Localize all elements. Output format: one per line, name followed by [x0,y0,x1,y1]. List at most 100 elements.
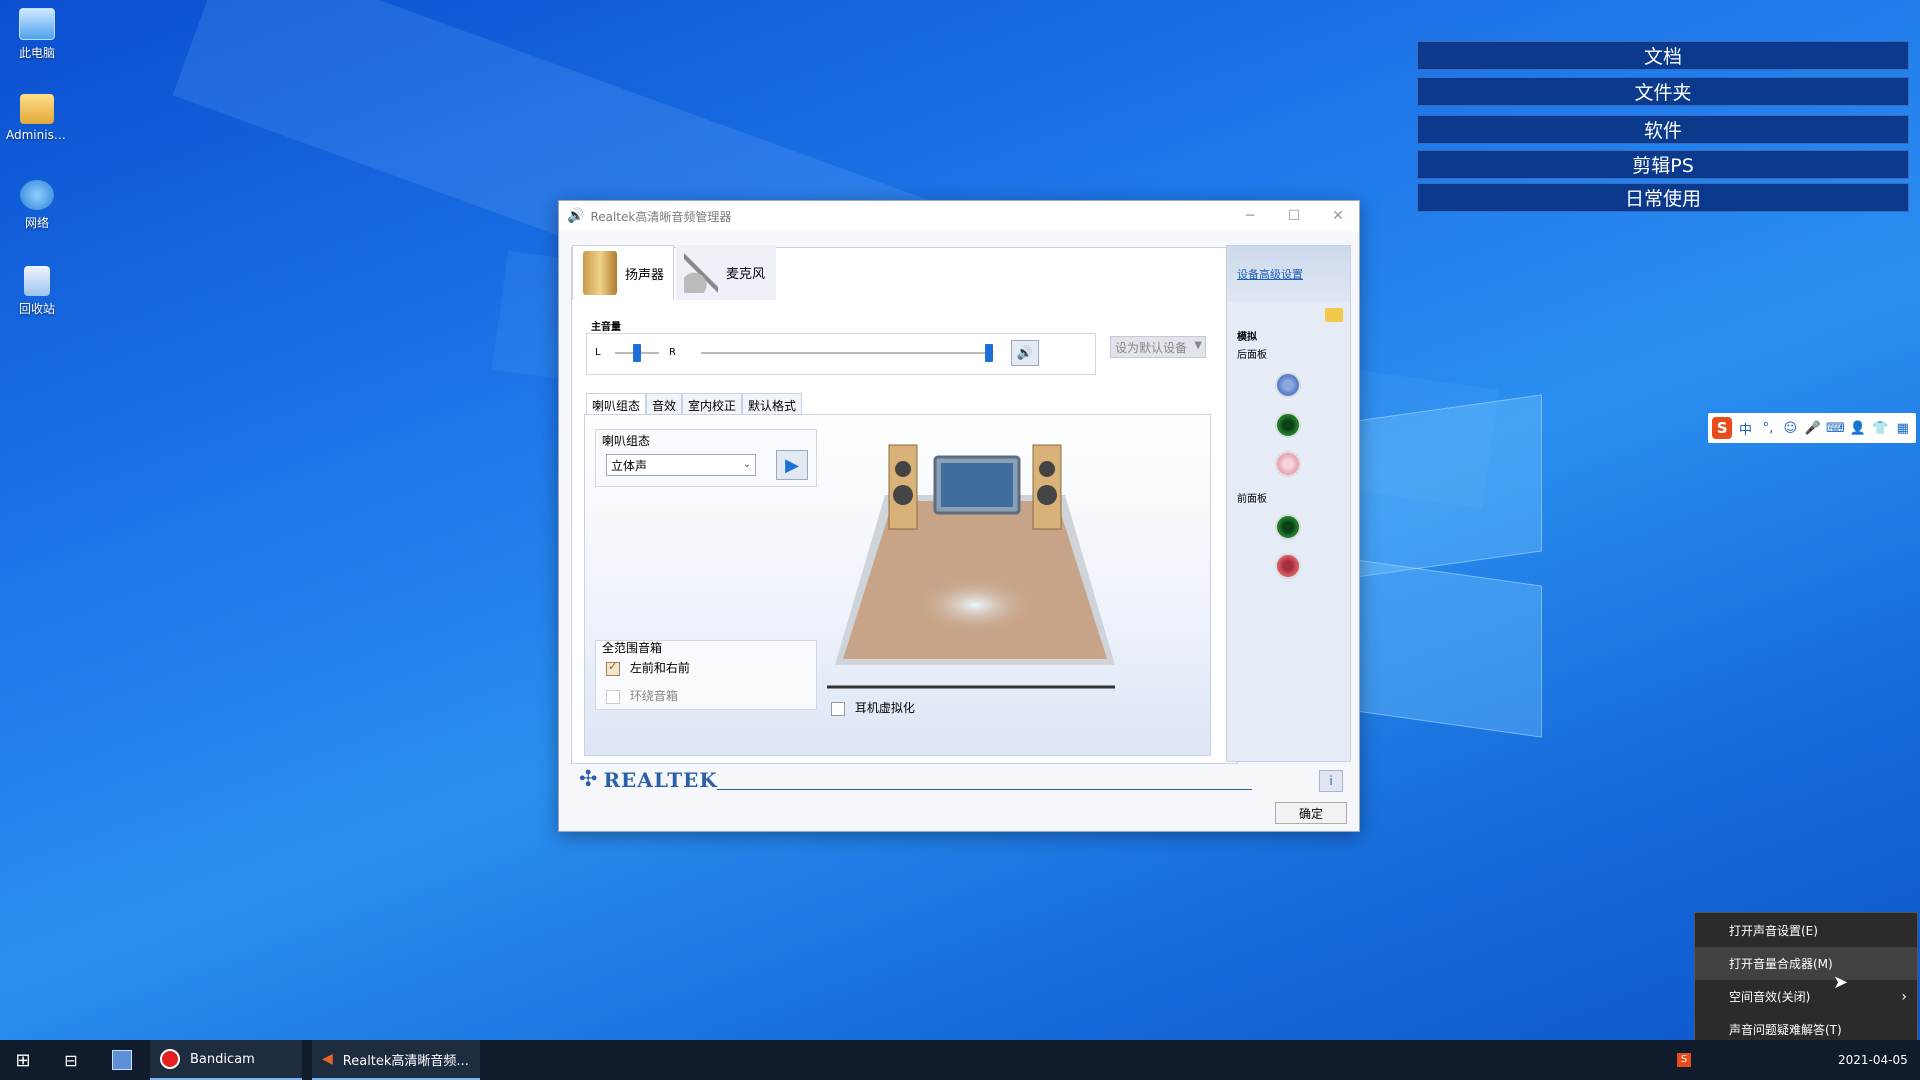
ime-keyboard-icon[interactable]: ⌨ [1826,421,1845,436]
desktop-icon-this-pc[interactable]: 此电脑 [6,8,68,61]
front-red-jack[interactable] [1275,553,1301,579]
fence-daily-use[interactable]: 日常使用 [1417,183,1909,212]
ime-menu-icon[interactable]: ▦ [1894,421,1912,436]
fence-folders[interactable]: 文件夹 [1417,77,1909,106]
taskbar-bandicam-label: Bandicam [190,1051,255,1067]
rear-blue-jack[interactable] [1275,372,1301,398]
front-panel-label: 前面板 [1237,494,1267,505]
taskbar-realtek-label: Realtek高清晰音频... [342,1053,469,1069]
clock-date[interactable]: 2021-04-05 [1838,1040,1908,1080]
rear-panel-label: 后面板 [1237,350,1267,361]
menu-item-open-sound-settings[interactable]: 打开声音设置(E) [1695,914,1917,947]
minimize-button[interactable]: ─ [1227,201,1273,231]
rear-green-jack[interactable] [1275,412,1301,438]
surround-checkbox[interactable]: 环绕音箱 [606,687,678,704]
ime-lang-toggle[interactable]: 中 [1736,419,1754,438]
folder-icon[interactable] [1325,308,1343,322]
main-volume-label: 主音量 [591,322,621,333]
maximize-button[interactable]: ☐ [1271,201,1317,231]
start-button[interactable]: ⊞ [8,1040,38,1080]
front-green-jack[interactable] [1275,514,1301,540]
monitor-screen [941,463,1013,507]
mouse-cursor-icon: ➤ [1833,972,1849,993]
balance-left-label: L [595,347,601,358]
speaker-config-select[interactable]: 立体声 ⌄ [606,454,756,476]
desktop-icon-label: Administr... [6,128,68,142]
speaker-icon: 🔊 [567,208,585,224]
network-icon [20,180,54,210]
balance-slider-thumb[interactable] [633,344,641,362]
full-range-group: 全范围音箱 ✓ 左前和右前 环绕音箱 [595,640,817,710]
menu-item-spatial-sound[interactable]: 空间音效(关闭) › [1695,980,1917,1013]
desktop-icon-label: 此电脑 [18,46,55,60]
right-speaker-tweeter [1039,461,1055,477]
brand-text: REALTEK [603,767,718,792]
fence-editing-ps[interactable]: 剪辑PS [1417,150,1909,179]
tray-sogou-icon[interactable]: S [1674,1040,1694,1080]
front-lr-checkbox[interactable]: ✓ 左前和右前 [606,659,690,676]
speaker-config-label: 喇叭组态 [602,434,651,448]
volume-track [701,352,991,354]
ime-voice-icon[interactable]: 🎤 [1804,421,1822,436]
mute-toggle-button[interactable]: 🔊 [1011,340,1039,366]
menu-item-open-volume-mixer[interactable]: 打开音量合成器(M) [1695,947,1917,980]
tab-speakers[interactable]: 扬声器 [572,245,674,300]
desktop-icon-recycle-bin[interactable]: 回收站 [6,266,68,317]
recycle-bin-icon [24,266,50,296]
fence-documents[interactable]: 文档 [1417,41,1909,70]
ime-user-icon[interactable]: 👤 [1849,421,1867,436]
advanced-settings-header: 设备高级设置 [1227,246,1350,302]
left-speaker-tweeter [895,461,911,477]
desktop-icon-administrator[interactable]: Administr... [6,94,68,142]
checkbox-unchecked [606,689,620,704]
ime-emoji-icon[interactable]: ☺ [1781,421,1799,436]
chevron-right-icon: › [1901,988,1907,1005]
headphone-virtualization-label: 耳机虚拟化 [854,701,915,715]
balance-right-label: R [669,347,676,358]
fence-software[interactable]: 软件 [1417,115,1909,144]
user-folder-icon [20,94,54,124]
volume-box: L R 🔊 [586,333,1096,375]
realtek-logo: ✣ REALTEK [579,767,718,792]
headphone-virtualization-checkbox[interactable]: 耳机虚拟化 [831,699,915,716]
tab-speakers-label: 扬声器 [625,267,665,283]
desktop-icon-network[interactable]: 网络 [6,180,68,231]
checkbox-checked: ✓ [606,660,620,676]
close-button[interactable]: ✕ [1315,201,1361,231]
chevron-down-icon: ⌄ [742,459,751,470]
desktop-icon-label: 网络 [24,216,49,230]
menu-item-spatial-sound-label: 空间音效(关闭) [1729,990,1811,1004]
ime-punct-toggle[interactable]: °, [1759,421,1777,436]
volume-slider-thumb[interactable] [985,344,993,362]
tab-microphone[interactable]: 麦克风 [676,245,776,300]
set-default-device-dropdown[interactable]: 设为默认设备 ▼ [1110,336,1206,358]
title-bar: 🔊 Realtek高清晰音频管理器 ─ ☐ ✕ [559,201,1359,231]
right-speaker-woofer [1037,485,1057,505]
bandicam-record-icon [160,1049,180,1069]
play-test-button[interactable]: ▶ [776,450,808,480]
speakers-icon [583,251,617,295]
speaker-config-value: 立体声 [611,458,648,473]
info-button[interactable]: i [1319,770,1343,792]
ok-button[interactable]: 确定 [1275,802,1347,824]
windows-start-icon: ⊞ [15,1049,31,1071]
connector-side-panel: 设备高级设置 模拟 后面板 前面板 [1226,245,1351,762]
desktop-icon-label: 回收站 [18,302,55,316]
speaker-room-illustration [827,444,1115,689]
taskbar-pinned-app[interactable] [104,1040,140,1080]
task-view-button[interactable]: ⊟ [56,1040,86,1080]
speaker-config-panel: 喇叭组态 立体声 ⌄ ▶ 全范围音箱 ✓ 左前和右前 环绕音箱 耳机虚拟化 [584,414,1211,756]
speaker-config-group: 喇叭组态 立体声 ⌄ ▶ [595,429,817,487]
crab-logo-icon: ✣ [579,767,598,792]
taskbar-realtek[interactable]: ◀ Realtek高清晰音频... [312,1040,480,1080]
ime-toolbar[interactable]: S 中 °, ☺ 🎤 ⌨ 👤 👕 ▦ [1708,413,1916,443]
rear-pink-jack[interactable] [1275,451,1301,477]
advanced-settings-link[interactable]: 设备高级设置 [1237,266,1303,282]
ime-skin-icon[interactable]: 👕 [1871,421,1889,436]
analog-label: 模拟 [1237,332,1257,343]
sound-context-menu: 打开声音设置(E) 打开音量合成器(M) 空间音效(关闭) › 声音问题疑难解答… [1694,912,1918,1049]
microphone-icon [684,252,718,293]
taskbar-bandicam[interactable]: Bandicam [150,1040,302,1080]
sogou-logo-icon[interactable]: S [1712,417,1733,439]
speaker-icon: ◀ [322,1051,333,1067]
